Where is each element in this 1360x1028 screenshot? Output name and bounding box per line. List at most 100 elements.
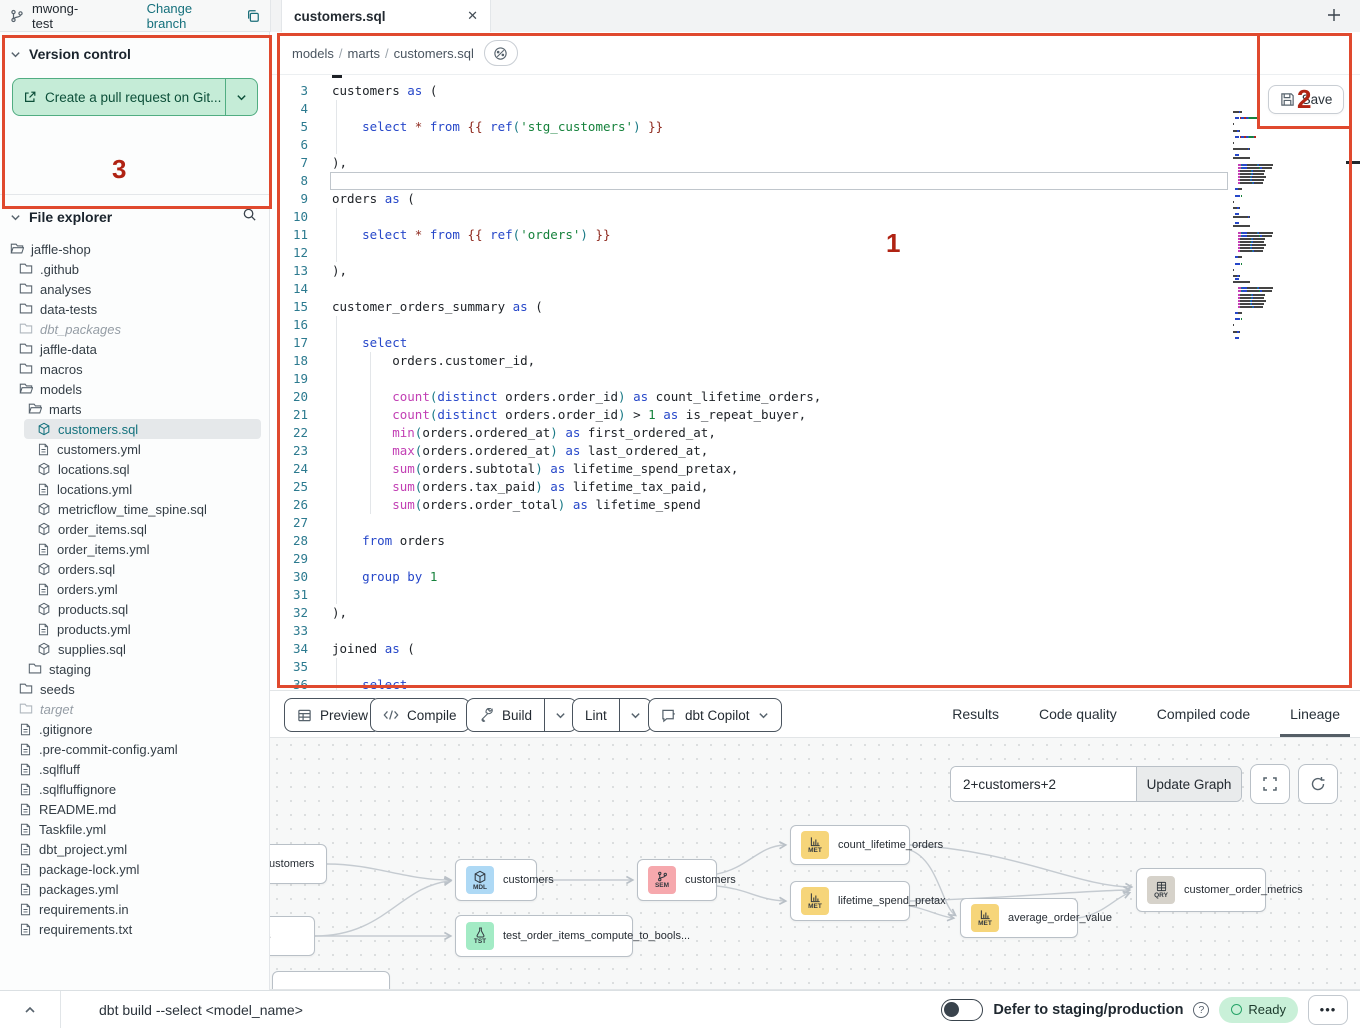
file-tree-item-supplies-sql[interactable]: supplies.sql: [0, 639, 269, 659]
pull-request-dropdown-caret[interactable]: [225, 79, 257, 115]
folder-open-icon: [19, 382, 33, 396]
file-tree-item-seeds[interactable]: seeds: [0, 679, 269, 699]
cube-icon: [37, 462, 51, 476]
lint-button[interactable]: Lint: [572, 698, 652, 732]
compile-button[interactable]: Compile: [370, 698, 470, 732]
chevron-down-icon[interactable]: [10, 212, 21, 223]
file-tree-item-taskfile-yml[interactable]: Taskfile.yml: [0, 819, 269, 839]
file-tree-item-locations-yml[interactable]: locations.yml: [0, 479, 269, 499]
lint-dropdown-caret[interactable]: [619, 699, 651, 731]
file-tree-item-readme-md[interactable]: README.md: [0, 799, 269, 819]
flask-icon: TST: [466, 922, 494, 950]
dbt-copilot-button[interactable]: dbt Copilot: [648, 698, 782, 732]
help-icon[interactable]: ?: [1193, 1002, 1209, 1018]
close-icon[interactable]: ✕: [467, 8, 478, 24]
file-tree-item-orders-yml[interactable]: orders.yml: [0, 579, 269, 599]
new-tab-button[interactable]: [1326, 7, 1342, 23]
update-graph-button[interactable]: Update Graph: [1136, 767, 1241, 801]
chevron-down-icon[interactable]: [10, 49, 21, 60]
status-badge[interactable]: Ready: [1219, 997, 1298, 1023]
file-tree-item-packages-yml[interactable]: packages.yml: [0, 879, 269, 899]
file-tree-item-dbt-packages[interactable]: dbt_packages: [0, 319, 269, 339]
file-tree-item-requirements-txt[interactable]: requirements.txt: [0, 919, 269, 939]
preview-button[interactable]: Preview: [284, 698, 381, 732]
folder-icon: [19, 302, 33, 316]
tab-results[interactable]: Results: [932, 691, 1019, 737]
create-pull-request-button[interactable]: Create a pull request on Git...: [12, 78, 258, 116]
copilot-inline-button[interactable]: [484, 40, 518, 66]
file-tree-item-analyses[interactable]: analyses: [0, 279, 269, 299]
doc-icon: [19, 743, 32, 756]
indent-guide: [336, 658, 337, 690]
file-tree-item-customers-sql[interactable]: customers.sql: [0, 419, 269, 439]
file-label: requirements.in: [39, 902, 129, 917]
code-content[interactable]: customers as ( select * from {{ ref('stg…: [332, 82, 1230, 690]
file-tree-item-requirements-in[interactable]: requirements.in: [0, 899, 269, 919]
file-tree-item-macros[interactable]: macros: [0, 359, 269, 379]
copy-icon[interactable]: [246, 9, 260, 23]
file-tree-item--sqlfluffignore[interactable]: .sqlfluffignore: [0, 779, 269, 799]
lineage-node-stg-customers[interactable]: stg_customers: [270, 844, 327, 884]
code-editor[interactable]: 3456789101112131415161718192021222324252…: [270, 75, 1360, 690]
minimap[interactable]: [1233, 111, 1317, 507]
refresh-icon: [1310, 776, 1326, 792]
chevron-up-icon[interactable]: [0, 1004, 60, 1016]
file-label: products.sql: [58, 602, 128, 617]
file-tree-item-order-items-yml[interactable]: order_items.yml: [0, 539, 269, 559]
cli-command[interactable]: dbt build --select <model_name>: [99, 1002, 303, 1018]
lineage-node-average-order-value[interactable]: METaverage_order_value: [960, 898, 1078, 938]
lineage-node-customers[interactable]: MDLcustomers: [455, 859, 537, 901]
file-tree-item-order-items-sql[interactable]: order_items.sql: [0, 519, 269, 539]
chart-icon: MET: [801, 887, 829, 915]
lineage-node-count-lifetime-orders[interactable]: METcount_lifetime_orders: [790, 825, 910, 865]
folder-icon: [19, 362, 33, 376]
tab-compiled-code[interactable]: Compiled code: [1137, 691, 1270, 737]
file-label: supplies.sql: [58, 642, 126, 657]
change-branch-link[interactable]: Change branch: [147, 1, 232, 31]
file-tree-item--sqlfluff[interactable]: .sqlfluff: [0, 759, 269, 779]
top-bar: mwong-test Change branch customers.sql ✕: [0, 0, 1360, 32]
file-tree-item-jaffle-shop[interactable]: jaffle-shop: [0, 239, 269, 259]
file-tree-item-locations-sql[interactable]: locations.sql: [0, 459, 269, 479]
file-tree-item-products-sql[interactable]: products.sql: [0, 599, 269, 619]
file-tree-item-metricflow-time-spine-sql[interactable]: metricflow_time_spine.sql: [0, 499, 269, 519]
file-tree-item-target[interactable]: target: [0, 699, 269, 719]
file-tree-item-data-tests[interactable]: data-tests: [0, 299, 269, 319]
file-tree-item-jaffle-data[interactable]: jaffle-data: [0, 339, 269, 359]
lineage-node-customer-order-metrics[interactable]: QRYcustomer_order_metrics: [1136, 868, 1266, 912]
more-options-button[interactable]: •••: [1308, 995, 1348, 1025]
file-tree-item--github[interactable]: .github: [0, 259, 269, 279]
lineage-node-clipped[interactable]: [272, 971, 390, 990]
file-tree-item--gitignore[interactable]: .gitignore: [0, 719, 269, 739]
file-tree-item-customers-yml[interactable]: customers.yml: [0, 439, 269, 459]
file-tree-item-staging[interactable]: staging: [0, 659, 269, 679]
tab-lineage[interactable]: Lineage: [1270, 691, 1360, 737]
fullscreen-button[interactable]: [1250, 764, 1290, 804]
scrollbar-marker[interactable]: [1346, 161, 1360, 164]
search-icon[interactable]: [242, 207, 257, 222]
preview-table-icon: [297, 708, 312, 723]
file-tree-item-marts[interactable]: marts: [0, 399, 269, 419]
file-tree-item-orders-sql[interactable]: orders.sql: [0, 559, 269, 579]
file-tree-item-products-yml[interactable]: products.yml: [0, 619, 269, 639]
tab-code-quality[interactable]: Code quality: [1019, 691, 1137, 737]
editor-pane: models/marts/customers.sql 3456789101112…: [270, 32, 1360, 690]
save-floppy-icon: [1280, 92, 1295, 107]
refresh-button[interactable]: [1298, 764, 1338, 804]
tab-customers-sql[interactable]: customers.sql ✕: [281, 0, 491, 32]
build-button[interactable]: Build: [466, 698, 577, 732]
file-tree-item-models[interactable]: models: [0, 379, 269, 399]
lineage-node-lifetime-spend-pretax[interactable]: METlifetime_spend_pretax: [790, 881, 910, 921]
selector-input[interactable]: [951, 767, 1136, 801]
file-tree-item-dbt-project-yml[interactable]: dbt_project.yml: [0, 839, 269, 859]
lineage-node-customers[interactable]: SEMcustomers: [637, 859, 717, 901]
file-label: locations.sql: [58, 462, 130, 477]
indent-guide: [336, 100, 337, 154]
file-tree-item-package-lock-yml[interactable]: package-lock.yml: [0, 859, 269, 879]
save-button[interactable]: Save: [1268, 85, 1344, 114]
file-tree-item--pre-commit-config-yaml[interactable]: .pre-commit-config.yaml: [0, 739, 269, 759]
defer-toggle[interactable]: [941, 999, 983, 1021]
lineage-node-test-order-items-compute-to-bools-[interactable]: TSTtest_order_items_compute_to_bools...: [455, 915, 633, 957]
build-wrench-icon: [479, 708, 494, 723]
lineage-node-orders[interactable]: orders: [270, 916, 315, 956]
